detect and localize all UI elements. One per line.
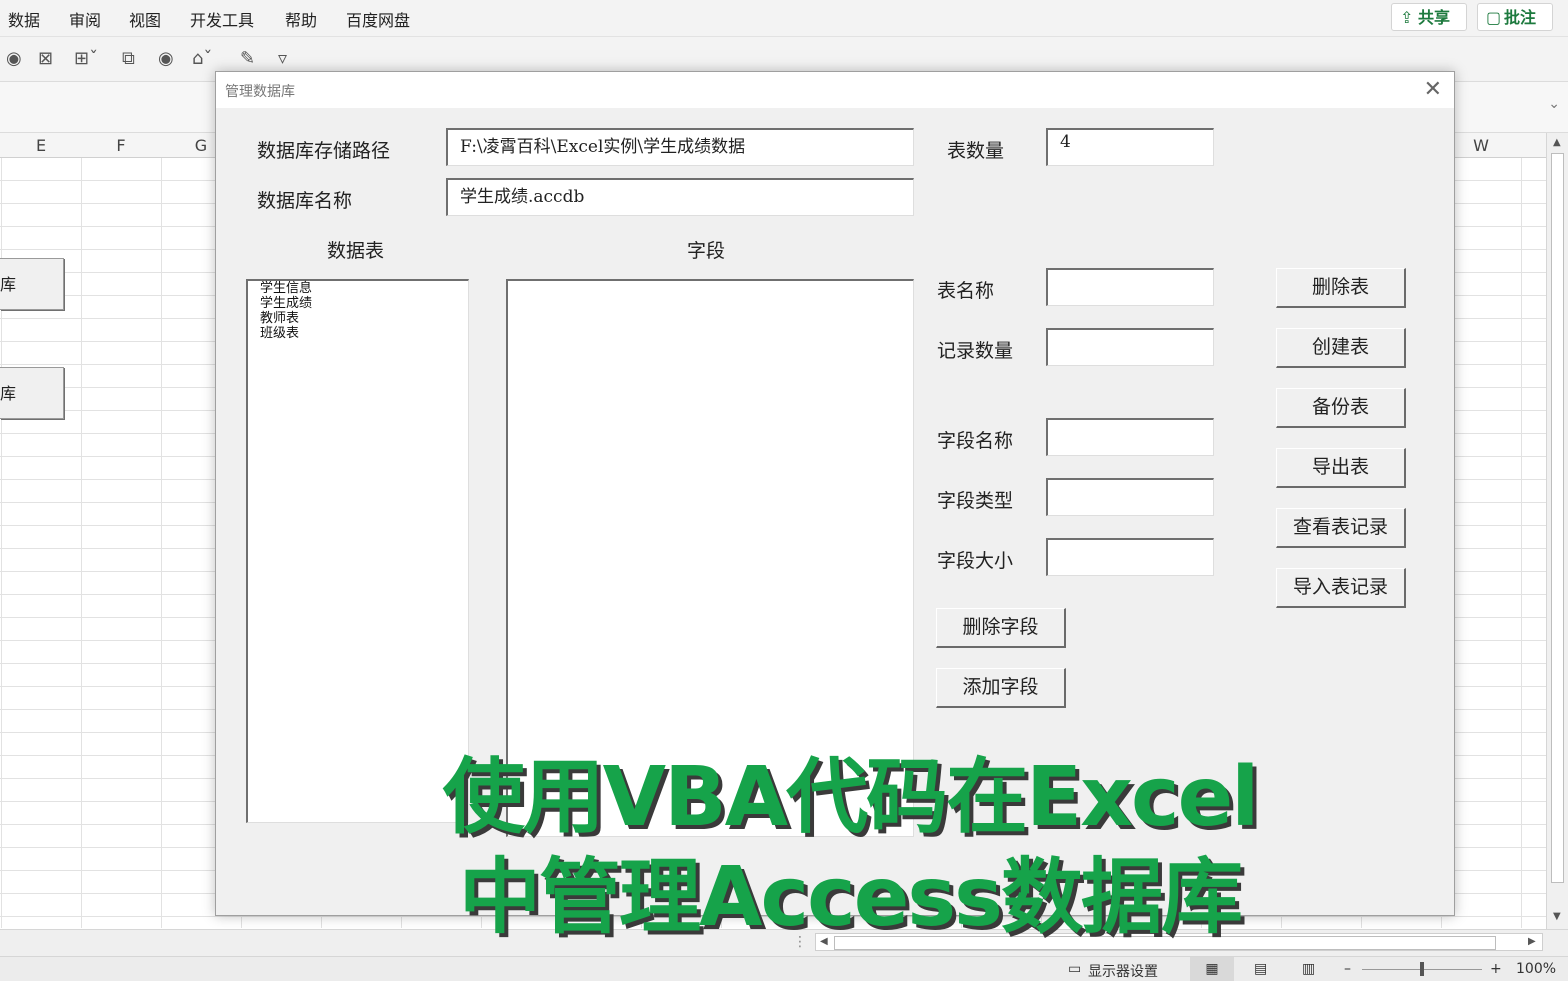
normal-view-icon[interactable]: ▦ [1190,957,1234,981]
circle-icon[interactable]: ◉ [158,48,174,69]
menu-baidu-netdisk[interactable]: 百度网盘 [346,7,410,31]
menu-developer[interactable]: 开发工具 [190,7,254,31]
zoom-level[interactable]: 100% [1516,961,1556,977]
list-item[interactable]: 班级表 [248,326,468,341]
list-item[interactable]: 学生成绩 [248,296,468,311]
field-size-field[interactable] [1046,538,1214,576]
scroll-down-icon[interactable]: ▼ [1553,911,1561,922]
menu-review[interactable]: 审阅 [69,7,101,31]
scroll-thumb[interactable] [1551,153,1564,883]
menu-data[interactable]: 数据 [8,7,40,31]
display-settings[interactable]: 显示器设置 [1088,961,1158,981]
table-count-field[interactable]: 4 [1046,128,1214,166]
menu-help[interactable]: 帮助 [285,7,317,31]
share-label: 共享 [1418,8,1451,27]
column-f[interactable]: F [81,136,161,155]
page-break-icon[interactable]: ▥ [1302,961,1315,977]
field-name-field[interactable] [1046,418,1214,456]
caption-line-2: 中管理Access数据库 [459,850,1243,945]
sheet-button-1[interactable]: 库 [0,258,64,310]
delete-field-button[interactable]: 删除字段 [936,608,1066,648]
zoom-out-icon[interactable]: – [1344,961,1351,977]
delete-table-button[interactable]: 删除表 [1276,268,1406,308]
status-bar: ▭ 显示器设置 ▦ ▤ ▥ – + 100% [0,956,1568,981]
create-table-button[interactable]: 创建表 [1276,328,1406,368]
db-path-field[interactable]: F:\凌霄百科\Excel实例\学生成绩数据 [446,128,914,166]
ruler-icon[interactable]: ⊠ [38,48,53,69]
display-settings-icon[interactable]: ▭ [1068,961,1081,977]
column-e[interactable]: E [1,136,81,155]
table-name-label: 表名称 [937,280,995,302]
close-icon[interactable]: ✕ [1424,77,1442,102]
backup-table-button[interactable]: 备份表 [1276,388,1406,428]
fields-header: 字段 [687,240,726,262]
dialog-titlebar[interactable]: 管理数据库 ✕ [216,72,1454,108]
scroll-right-icon[interactable]: ▶ [1528,936,1536,947]
vertical-scrollbar[interactable]: ▲ ▼ [1546,133,1568,929]
page-layout-icon[interactable]: ▤ [1254,961,1267,977]
select-object-icon[interactable]: ⧉ [122,48,135,69]
record-count-field[interactable] [1046,328,1214,366]
add-field-button[interactable]: 添加字段 [936,668,1066,708]
comment-label: 批注 [1504,8,1537,27]
field-size-label: 字段大小 [937,550,1014,572]
radio-icon[interactable]: ◉ [6,48,22,69]
dialog-title: 管理数据库 [225,84,295,100]
db-path-label: 数据库存储路径 [257,140,391,162]
list-item[interactable]: 学生信息 [248,281,468,296]
zoom-in-icon[interactable]: + [1490,961,1502,977]
field-type-field[interactable] [1046,478,1214,516]
comment-button[interactable]: ▢ 批注 [1477,3,1553,31]
view-records-button[interactable]: 查看表记录 [1276,508,1406,548]
border-icon[interactable]: ⊞ˇ [74,48,98,69]
menu-view[interactable]: 视图 [129,7,161,31]
db-name-field[interactable]: 学生成绩.accdb [446,178,914,216]
zoom-slider-handle[interactable] [1420,962,1424,976]
menu-bar: 数据 审阅 视图 开发工具 帮助 百度网盘 ⇪ 共享 ▢ 批注 [0,0,1568,37]
import-records-button[interactable]: 导入表记录 [1276,568,1406,608]
format-painter-icon[interactable]: ✎ [240,48,255,69]
table-count-label: 表数量 [947,140,1005,162]
share-icon: ⇪ [1400,8,1414,27]
table-name-field[interactable] [1046,268,1214,306]
field-type-label: 字段类型 [937,490,1014,512]
field-name-label: 字段名称 [937,430,1014,452]
fill-color-icon[interactable]: ⌂ˇ [192,48,212,69]
record-count-label: 记录数量 [937,340,1014,362]
tables-header: 数据表 [327,240,385,262]
list-item[interactable]: 教师表 [248,311,468,326]
share-button[interactable]: ⇪ 共享 [1391,3,1467,31]
chevron-down-icon[interactable]: ⌄ [1548,96,1560,112]
comment-icon: ▢ [1486,8,1502,27]
sheet-button-2[interactable]: 库 [0,367,64,419]
export-table-button[interactable]: 导出表 [1276,448,1406,488]
scroll-up-icon[interactable]: ▲ [1553,137,1561,148]
more-icon[interactable]: ▿ [278,48,287,69]
db-name-label: 数据库名称 [257,190,353,212]
